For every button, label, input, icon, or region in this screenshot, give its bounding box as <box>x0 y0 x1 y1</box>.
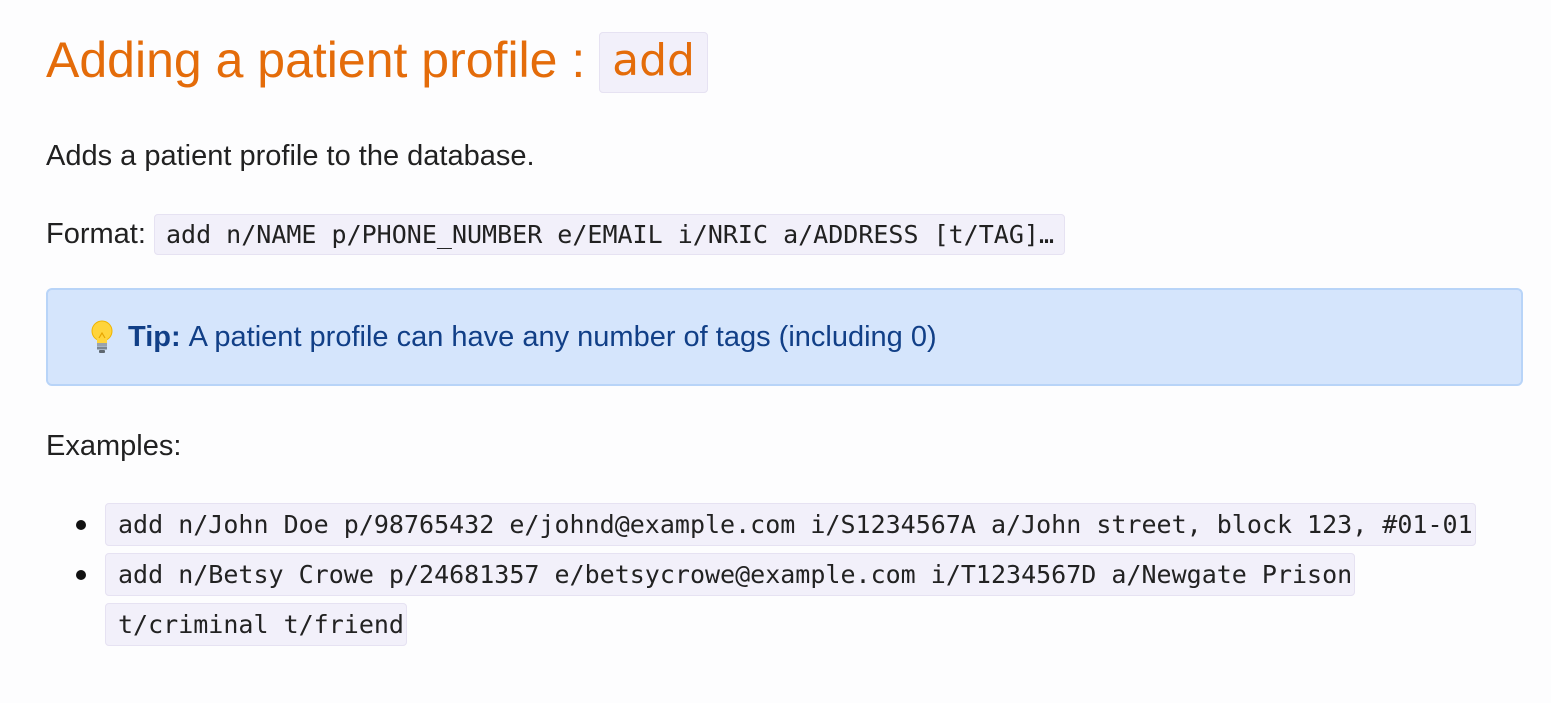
examples-label: Examples: <box>46 430 182 462</box>
examples-list: add n/John Doe p/98765432 e/johnd@exampl… <box>46 500 1506 650</box>
list-item: add n/John Doe p/98765432 e/johnd@exampl… <box>46 500 1506 550</box>
tip-box: Tip: A patient profile can have any numb… <box>46 288 1523 386</box>
format-line: Format: add n/NAME p/PHONE_NUMBER e/EMAI… <box>46 212 1065 257</box>
example-code: add n/Betsy Crowe p/24681357 e/betsycrow… <box>105 553 1356 646</box>
page-title-text: Adding a patient profile : <box>46 32 600 88</box>
page-title: Adding a patient profile : add <box>46 0 1524 100</box>
lightbulb-icon <box>90 319 114 355</box>
description: Adds a patient profile to the database. <box>46 140 535 172</box>
bullet <box>76 520 86 530</box>
document-page: Adding a patient profile : add Adds a pa… <box>0 0 1551 703</box>
command-code: add <box>599 32 708 93</box>
example-code: add n/John Doe p/98765432 e/johnd@exampl… <box>105 503 1476 546</box>
bullet <box>76 570 86 580</box>
list-item: add n/Betsy Crowe p/24681357 e/betsycrow… <box>46 550 1506 650</box>
tip-label: Tip: <box>128 320 181 353</box>
format-label: Format: <box>46 218 154 250</box>
tip-text: A patient profile can have any number of… <box>188 320 937 353</box>
format-code: add n/NAME p/PHONE_NUMBER e/EMAIL i/NRIC… <box>153 214 1065 255</box>
